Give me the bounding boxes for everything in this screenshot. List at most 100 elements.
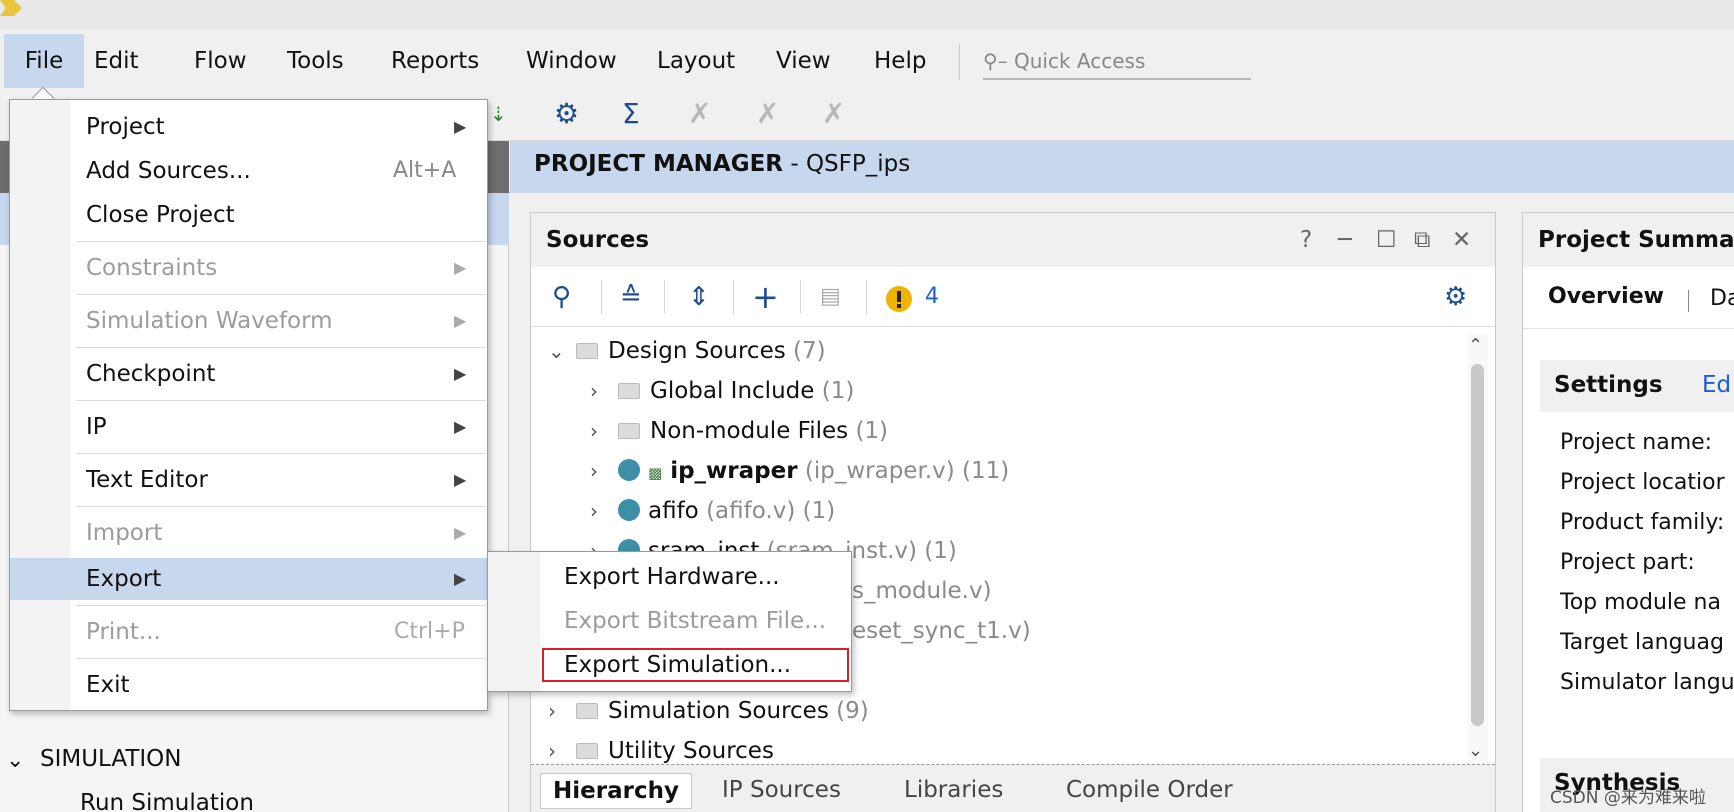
- scrollbar-thumb[interactable]: [1471, 364, 1484, 726]
- float-window-icon[interactable]: ⧉: [1414, 227, 1430, 253]
- collapse-all-icon[interactable]: ≙: [620, 282, 642, 312]
- prop-target-language: Target languag: [1560, 630, 1724, 655]
- prop-top-module: Top module na: [1560, 590, 1721, 615]
- module-dot-icon: [618, 459, 640, 481]
- tree-row-simulation-sources[interactable]: › Simulation Sources (9): [548, 693, 869, 729]
- submenu-item-export-bitstream: Export Bitstream File...: [564, 608, 827, 634]
- chevron-down-icon[interactable]: ⌄: [6, 748, 24, 773]
- menu-item-print: Print...: [86, 619, 161, 645]
- menu-view[interactable]: View: [776, 46, 831, 76]
- menu-item-ip[interactable]: IP: [86, 409, 107, 445]
- minimize-icon[interactable]: ─: [1338, 227, 1352, 253]
- chevron-right-icon[interactable]: ›: [590, 373, 618, 409]
- chevron-down-icon[interactable]: ⌄: [548, 333, 576, 369]
- menu-item-checkpoint[interactable]: Checkpoint: [86, 356, 215, 392]
- menu-tools[interactable]: Tools: [287, 46, 344, 76]
- prop-simulator-language: Simulator langu: [1560, 670, 1734, 695]
- settings-edit-link[interactable]: Ed: [1702, 372, 1734, 398]
- menu-reports[interactable]: Reports: [391, 46, 479, 76]
- tab-ip-sources[interactable]: IP Sources: [710, 773, 853, 809]
- submenu-arrow-icon: ▶: [454, 523, 467, 542]
- add-sources-icon[interactable]: +: [752, 281, 779, 313]
- tree-row-design-sources[interactable]: ⌄ Design Sources (7): [548, 333, 826, 369]
- submenu-arrow-icon: ▶: [454, 364, 467, 383]
- vivado-logo-icon: [0, 0, 22, 16]
- expand-all-icon[interactable]: ⇕: [688, 282, 710, 312]
- menu-help[interactable]: Help: [874, 46, 926, 76]
- tab-hierarchy[interactable]: Hierarchy: [540, 773, 692, 809]
- folder-icon: [618, 383, 640, 399]
- prop-project-name: Project name:: [1560, 430, 1713, 455]
- menu-item-project[interactable]: Project: [86, 109, 165, 145]
- tab-overview[interactable]: Overview: [1548, 284, 1664, 309]
- sources-toolbar: [531, 267, 1495, 327]
- tree-row-ip-wraper[interactable]: › ▩ ip_wraper (ip_wraper.v) (11): [590, 453, 1009, 489]
- menu-item-text-editor[interactable]: Text Editor: [86, 462, 208, 498]
- tree-row-partial-reset-sync[interactable]: eset_sync_t1.v): [852, 613, 1031, 649]
- menu-item-import: Import: [86, 520, 163, 546]
- help-icon[interactable]: ?: [1300, 227, 1312, 253]
- export-simulation-highlight-box: [542, 648, 849, 682]
- search-icon[interactable]: ⚲: [552, 282, 571, 312]
- menu-item-exit[interactable]: Exit: [86, 667, 130, 703]
- hierarchy-icon: ▩: [648, 464, 663, 482]
- menu-item-simulation-waveform: Simulation Waveform: [86, 308, 333, 334]
- chevron-right-icon[interactable]: ›: [590, 453, 618, 489]
- tree-row-afifo[interactable]: › afifo (afifo.v) (1): [590, 493, 835, 529]
- submenu-arrow-icon: ▶: [454, 569, 467, 588]
- warning-icon[interactable]: [885, 285, 913, 313]
- menu-item-export[interactable]: Export: [86, 561, 161, 597]
- disabled-tool-icon-2: ✗: [756, 97, 780, 130]
- page-title: PROJECT MANAGER - QSFP_ips: [534, 151, 911, 177]
- disabled-tool-icon: ✗: [688, 97, 712, 130]
- prop-project-part: Project part:: [1560, 550, 1695, 575]
- tab-dashboard[interactable]: Da: [1710, 286, 1734, 311]
- tab-libraries[interactable]: Libraries: [892, 773, 1015, 809]
- folder-icon: [618, 423, 640, 439]
- menu-bar: File Edit Flow Tools Reports Window Layo…: [0, 30, 1734, 88]
- gear-icon[interactable]: ⚙: [1444, 282, 1467, 312]
- chevron-right-icon[interactable]: ›: [590, 493, 618, 529]
- menu-item-add-sources[interactable]: Add Sources...: [86, 153, 251, 189]
- settings-gear-icon[interactable]: ⚙: [554, 98, 579, 130]
- warning-count[interactable]: 4: [925, 284, 939, 309]
- menu-item-close-project[interactable]: Close Project: [86, 197, 235, 233]
- submenu-arrow-icon: ▶: [454, 258, 467, 277]
- chevron-right-icon[interactable]: ›: [590, 413, 618, 449]
- menu-separator: [959, 44, 960, 80]
- quick-access-search[interactable]: ⚲– Quick Access: [983, 44, 1251, 80]
- prop-product-family: Product family:: [1560, 510, 1725, 535]
- menu-item-constraints: Constraints: [86, 255, 218, 281]
- run-simulation-item[interactable]: Run Simulation: [80, 790, 254, 812]
- folder-icon: [576, 743, 598, 759]
- shortcut-add-sources: Alt+A: [393, 158, 457, 183]
- download-bitstream-icon[interactable]: ⇣: [490, 98, 507, 130]
- settings-title: Settings: [1554, 372, 1663, 398]
- folder-icon: [576, 703, 598, 719]
- menu-edit[interactable]: Edit: [94, 46, 139, 76]
- sigma-report-icon[interactable]: Σ: [622, 98, 640, 130]
- menu-window[interactable]: Window: [526, 46, 617, 76]
- submenu-arrow-icon: ▶: [454, 417, 467, 436]
- tree-row-non-module-files[interactable]: › Non-module Files (1): [590, 413, 888, 449]
- search-icon: ⚲–: [983, 49, 1015, 73]
- menu-flow[interactable]: Flow: [194, 46, 247, 76]
- shortcut-print: Ctrl+P: [394, 619, 465, 644]
- maximize-icon[interactable]: ☐: [1376, 227, 1397, 253]
- simulation-section[interactable]: SIMULATION: [40, 746, 182, 772]
- tree-row-partial-module[interactable]: s_module.v): [852, 573, 992, 609]
- disabled-tool-icon-3: ✗: [822, 97, 846, 130]
- menu-file[interactable]: File: [4, 34, 84, 88]
- properties-icon[interactable]: ▤: [820, 282, 841, 312]
- close-icon[interactable]: ✕: [1452, 227, 1471, 253]
- scroll-up-icon[interactable]: ⌃: [1468, 335, 1483, 356]
- menu-layout[interactable]: Layout: [657, 46, 735, 76]
- title-bar: [0, 0, 1734, 30]
- tab-compile-order[interactable]: Compile Order: [1054, 773, 1245, 809]
- scroll-down-icon[interactable]: ⌄: [1468, 740, 1483, 761]
- quick-access-placeholder: Quick Access: [1014, 49, 1146, 73]
- submenu-arrow-icon: ▶: [454, 311, 467, 330]
- submenu-item-export-hardware[interactable]: Export Hardware...: [564, 559, 780, 595]
- chevron-right-icon[interactable]: ›: [548, 693, 576, 729]
- tree-row-global-include[interactable]: › Global Include (1): [590, 373, 854, 409]
